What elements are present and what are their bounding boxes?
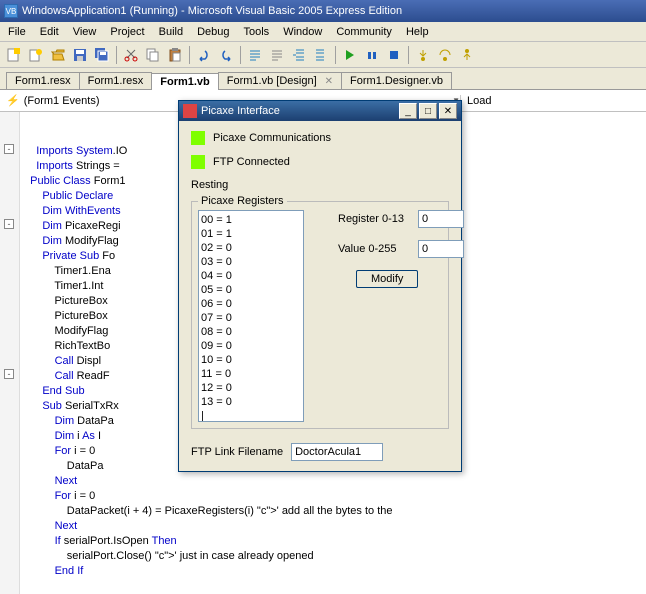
paste-icon[interactable] xyxy=(165,45,185,65)
tab-form1-vb[interactable]: Form1.vb xyxy=(151,73,219,90)
method-combo[interactable]: Load xyxy=(460,95,640,107)
register-input[interactable] xyxy=(418,210,464,228)
fold-icon[interactable]: - xyxy=(4,219,14,229)
tab-form1-designer[interactable]: Form1.Designer.vb xyxy=(341,72,452,89)
tab-form1-design[interactable]: Form1.vb [Design]✕ xyxy=(218,72,342,89)
cut-icon[interactable] xyxy=(121,45,141,65)
step-into-icon[interactable] xyxy=(413,45,433,65)
toolbar xyxy=(0,42,646,68)
register-label: Register 0-13 xyxy=(338,213,412,225)
ftp-filename-input[interactable] xyxy=(291,443,383,461)
indent-icon[interactable] xyxy=(289,45,309,65)
document-tabs: Form1.resx Form1.resx Form1.vb Form1.vb … xyxy=(0,68,646,90)
open-icon[interactable] xyxy=(48,45,68,65)
dialog-icon xyxy=(183,104,197,118)
app-icon: VB xyxy=(4,4,18,18)
menu-tools[interactable]: Tools xyxy=(238,24,276,40)
wand-icon: ⚡ xyxy=(6,94,20,107)
menu-edit[interactable]: Edit xyxy=(34,24,65,40)
status-label: Resting xyxy=(191,179,228,191)
comm-led-icon xyxy=(191,131,205,145)
close-icon[interactable]: ✕ xyxy=(325,76,333,87)
close-button[interactable]: ✕ xyxy=(439,103,457,119)
menu-file[interactable]: File xyxy=(2,24,32,40)
tab-form1-resx-2[interactable]: Form1.resx xyxy=(79,72,153,89)
menu-community[interactable]: Community xyxy=(330,24,398,40)
registers-group: Picaxe Registers 00 = 101 = 102 = 003 = … xyxy=(191,201,449,429)
break-icon[interactable] xyxy=(362,45,382,65)
title-text: WindowsApplication1 (Running) - Microsof… xyxy=(22,5,402,17)
menu-build[interactable]: Build xyxy=(153,24,189,40)
minimize-button[interactable]: _ xyxy=(399,103,417,119)
fold-icon[interactable]: - xyxy=(4,144,14,154)
dialog-title-text: Picaxe Interface xyxy=(201,105,280,117)
fold-icon[interactable]: - xyxy=(4,369,14,379)
comm-label: Picaxe Communications xyxy=(213,132,331,144)
redo-icon[interactable] xyxy=(216,45,236,65)
group-legend: Picaxe Registers xyxy=(198,195,287,207)
dialog-titlebar[interactable]: Picaxe Interface _ □ ✕ xyxy=(179,101,461,121)
copy-icon[interactable] xyxy=(143,45,163,65)
ftp-led-icon xyxy=(191,155,205,169)
menu-window[interactable]: Window xyxy=(277,24,328,40)
tab-form1-resx-1[interactable]: Form1.resx xyxy=(6,72,80,89)
menu-help[interactable]: Help xyxy=(400,24,435,40)
registers-listbox[interactable]: 00 = 101 = 102 = 003 = 004 = 005 = 006 =… xyxy=(198,210,304,422)
step-out-icon[interactable] xyxy=(457,45,477,65)
menu-project[interactable]: Project xyxy=(104,24,150,40)
menubar: File Edit View Project Build Debug Tools… xyxy=(0,22,646,42)
outdent-icon[interactable] xyxy=(311,45,331,65)
ftp-label: FTP Connected xyxy=(213,156,290,168)
step-over-icon[interactable] xyxy=(435,45,455,65)
value-input[interactable] xyxy=(418,240,464,258)
run-icon[interactable] xyxy=(340,45,360,65)
ftp-filename-label: FTP Link Filename xyxy=(191,446,283,458)
undo-icon[interactable] xyxy=(194,45,214,65)
save-icon[interactable] xyxy=(70,45,90,65)
picaxe-dialog: Picaxe Interface _ □ ✕ Picaxe Communicat… xyxy=(178,100,462,472)
titlebar: VB WindowsApplication1 (Running) - Micro… xyxy=(0,0,646,22)
save-all-icon[interactable] xyxy=(92,45,112,65)
value-label: Value 0-255 xyxy=(338,243,412,255)
menu-debug[interactable]: Debug xyxy=(191,24,235,40)
uncomment-icon[interactable] xyxy=(267,45,287,65)
new-project-icon[interactable] xyxy=(4,45,24,65)
add-item-icon[interactable] xyxy=(26,45,46,65)
modify-button[interactable]: Modify xyxy=(356,270,418,288)
gutter: - - - xyxy=(0,112,20,594)
comment-icon[interactable] xyxy=(245,45,265,65)
stop-icon[interactable] xyxy=(384,45,404,65)
maximize-button[interactable]: □ xyxy=(419,103,437,119)
menu-view[interactable]: View xyxy=(67,24,103,40)
